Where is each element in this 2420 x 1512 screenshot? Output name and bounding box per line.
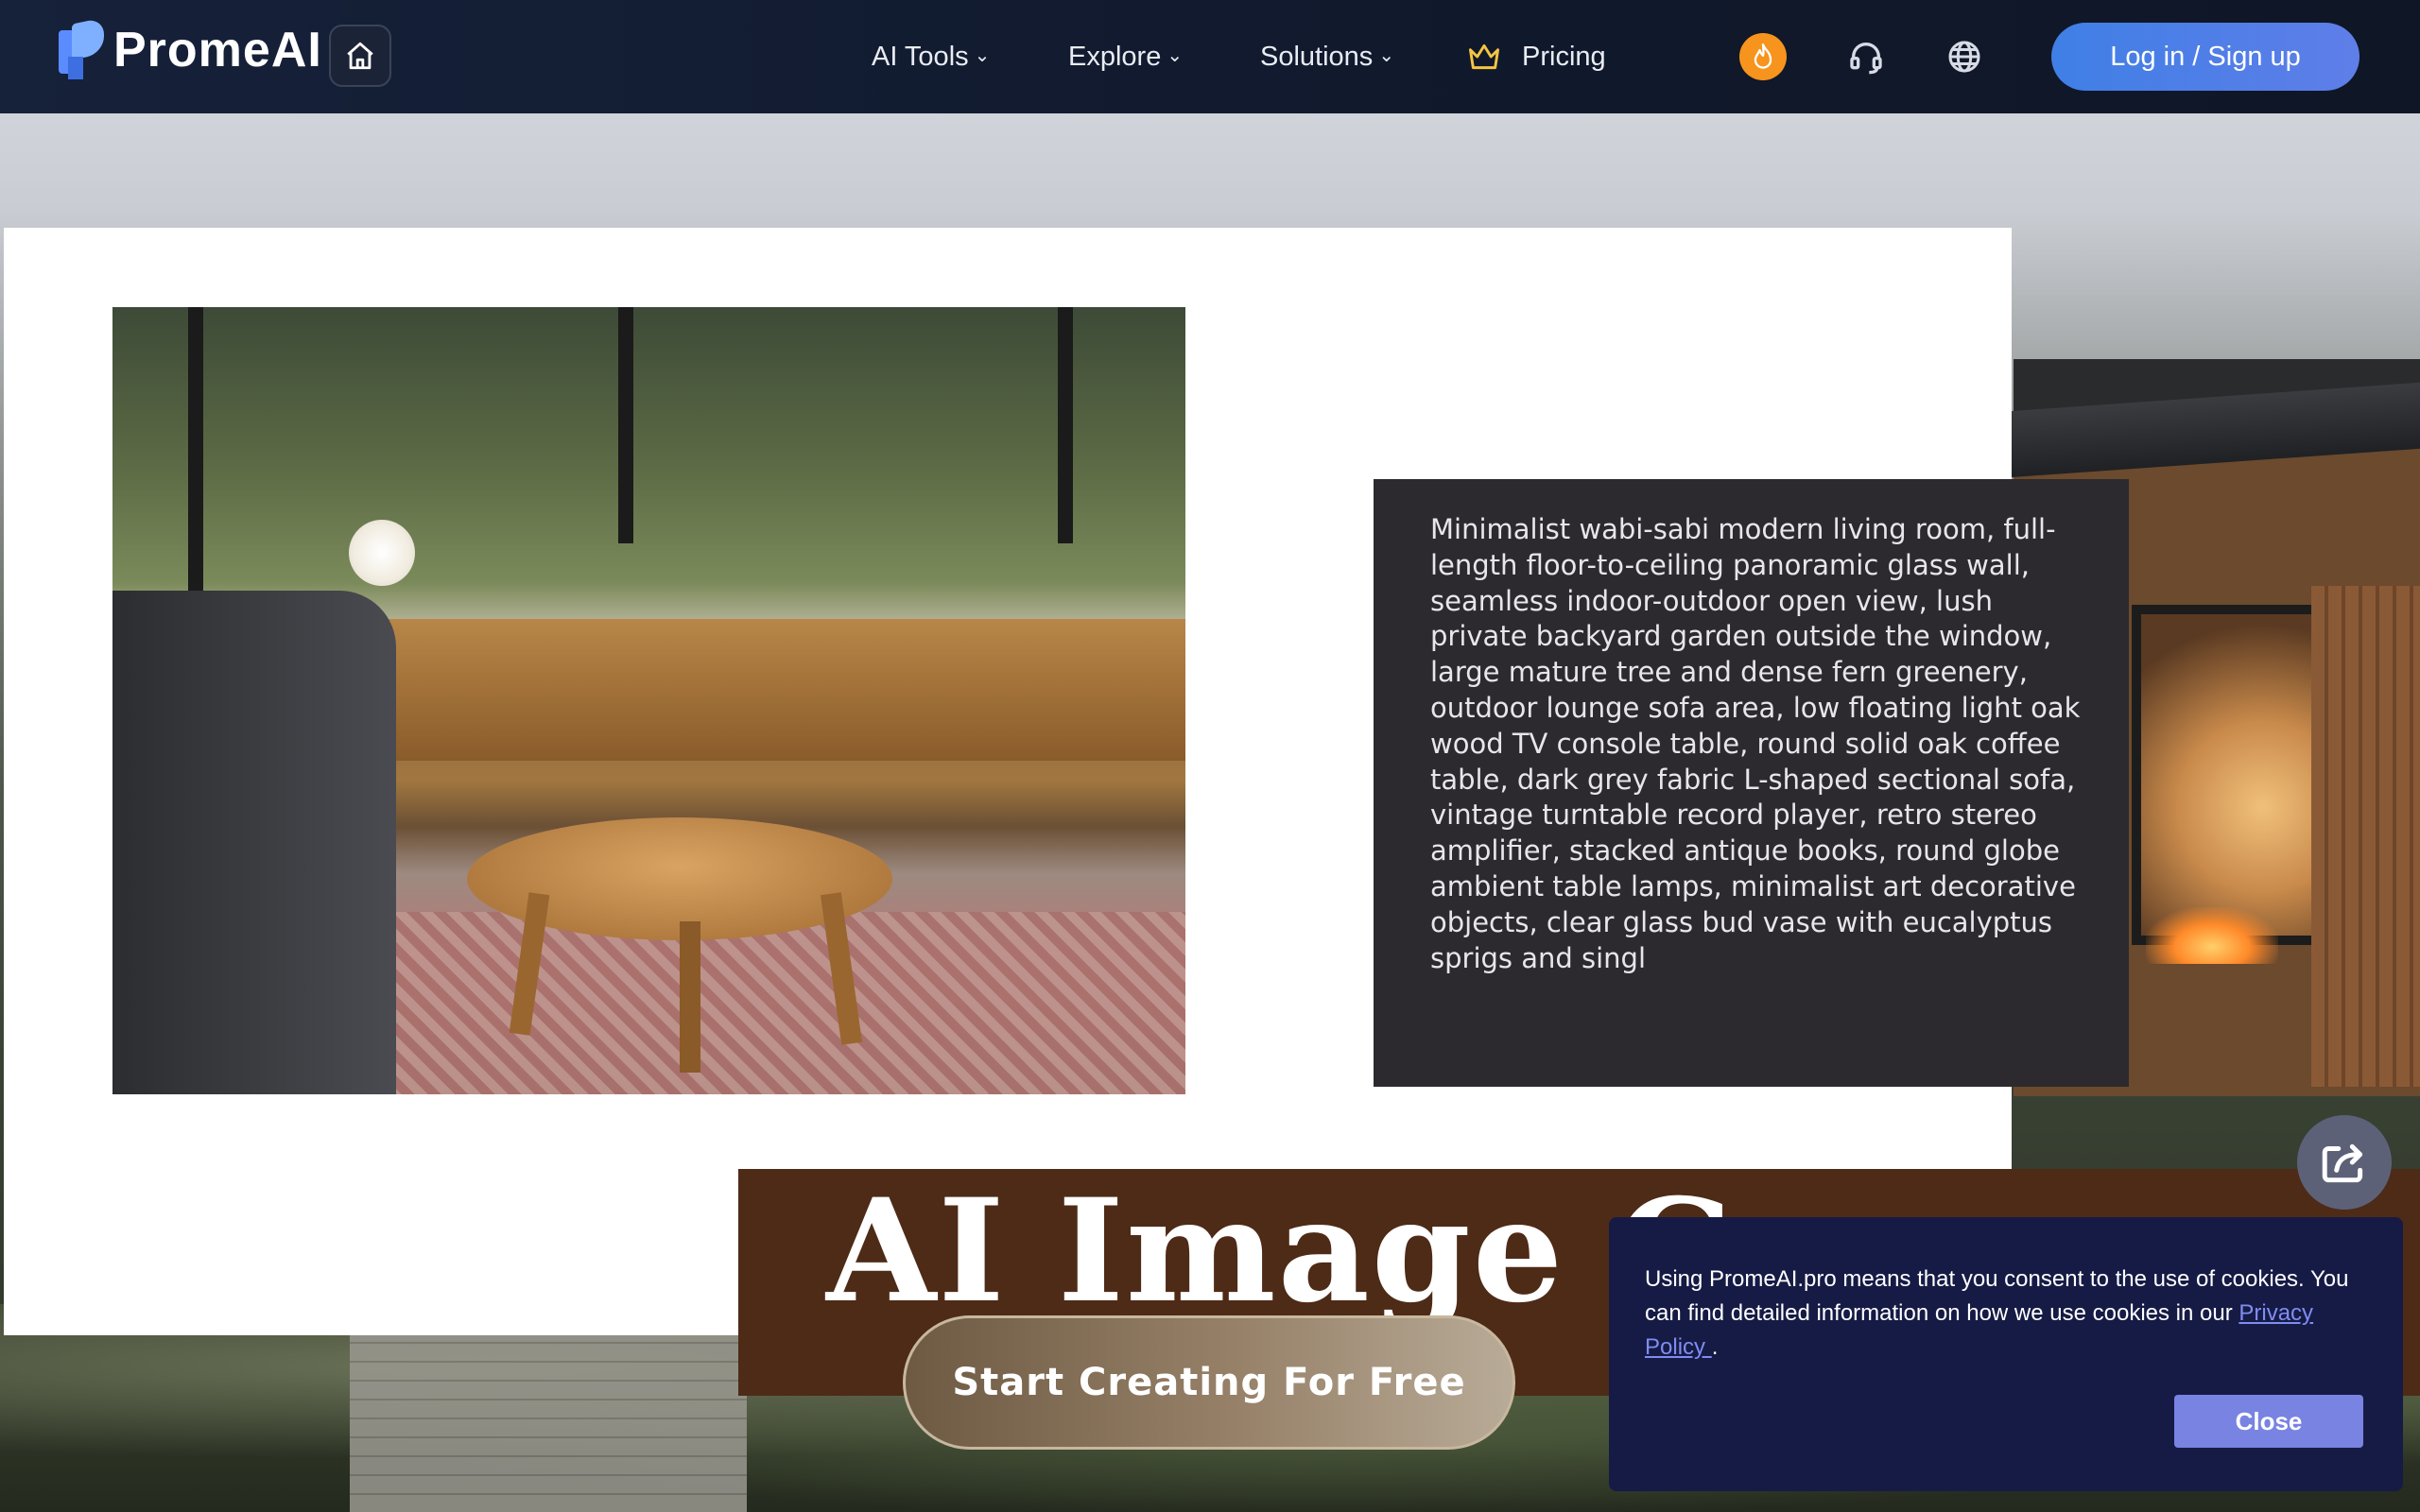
prompt-text: Minimalist wabi-sabi modern living room,…: [1430, 513, 2081, 974]
nav-solutions[interactable]: Solutions ⌄: [1260, 0, 1394, 113]
cookie-close-button[interactable]: Close: [2174, 1395, 2363, 1448]
background-stone-wall: [350, 1323, 747, 1512]
prompt-text-panel: Minimalist wabi-sabi modern living room,…: [1374, 479, 2129, 1087]
chevron-down-icon: ⌄: [974, 44, 991, 66]
nav-ai-tools[interactable]: AI Tools ⌄: [872, 0, 990, 113]
support-button[interactable]: [1841, 32, 1891, 81]
cookie-text-suffix: .: [1711, 1334, 1719, 1360]
nav-pricing[interactable]: Pricing: [1467, 0, 1606, 113]
share-icon: [2322, 1143, 2363, 1183]
language-button[interactable]: [1940, 32, 1989, 81]
crown-icon: [1467, 42, 1501, 72]
headset-icon: [1850, 43, 1882, 75]
share-button[interactable]: [2297, 1115, 2392, 1210]
brand-name: PromeAI: [113, 23, 322, 77]
nav-ai-tools-label: AI Tools: [872, 41, 969, 72]
nav-explore[interactable]: Explore ⌄: [1068, 0, 1183, 113]
fire-icon: [1754, 43, 1772, 69]
background-wood-siding: [2311, 586, 2420, 1087]
globe-icon: [1948, 41, 1980, 73]
nav-pricing-label: Pricing: [1522, 41, 1606, 72]
nav-solutions-label: Solutions: [1260, 41, 1374, 72]
cookie-consent-banner: Using PromeAI.pro means that you consent…: [1609, 1217, 2403, 1491]
generated-image-preview[interactable]: [112, 307, 1185, 1094]
chevron-down-icon: ⌄: [1167, 44, 1184, 66]
chevron-down-icon: ⌄: [1378, 44, 1395, 66]
home-button[interactable]: [329, 25, 391, 87]
home-icon: [347, 42, 373, 70]
trending-button[interactable]: [1739, 33, 1787, 80]
start-creating-button[interactable]: Start Creating For Free: [903, 1315, 1515, 1450]
background-fireplace: [2146, 907, 2278, 964]
promeai-logo-icon: [59, 17, 104, 79]
hero-title: AI Image G: [826, 1169, 1739, 1334]
top-navbar: PromeAI AI Tools ⌄ Explore ⌄ Solutions ⌄…: [0, 0, 2420, 113]
login-signup-button[interactable]: Log in / Sign up: [2051, 23, 2360, 91]
nav-explore-label: Explore: [1068, 41, 1162, 72]
brand-logo[interactable]: PromeAI: [59, 17, 322, 79]
